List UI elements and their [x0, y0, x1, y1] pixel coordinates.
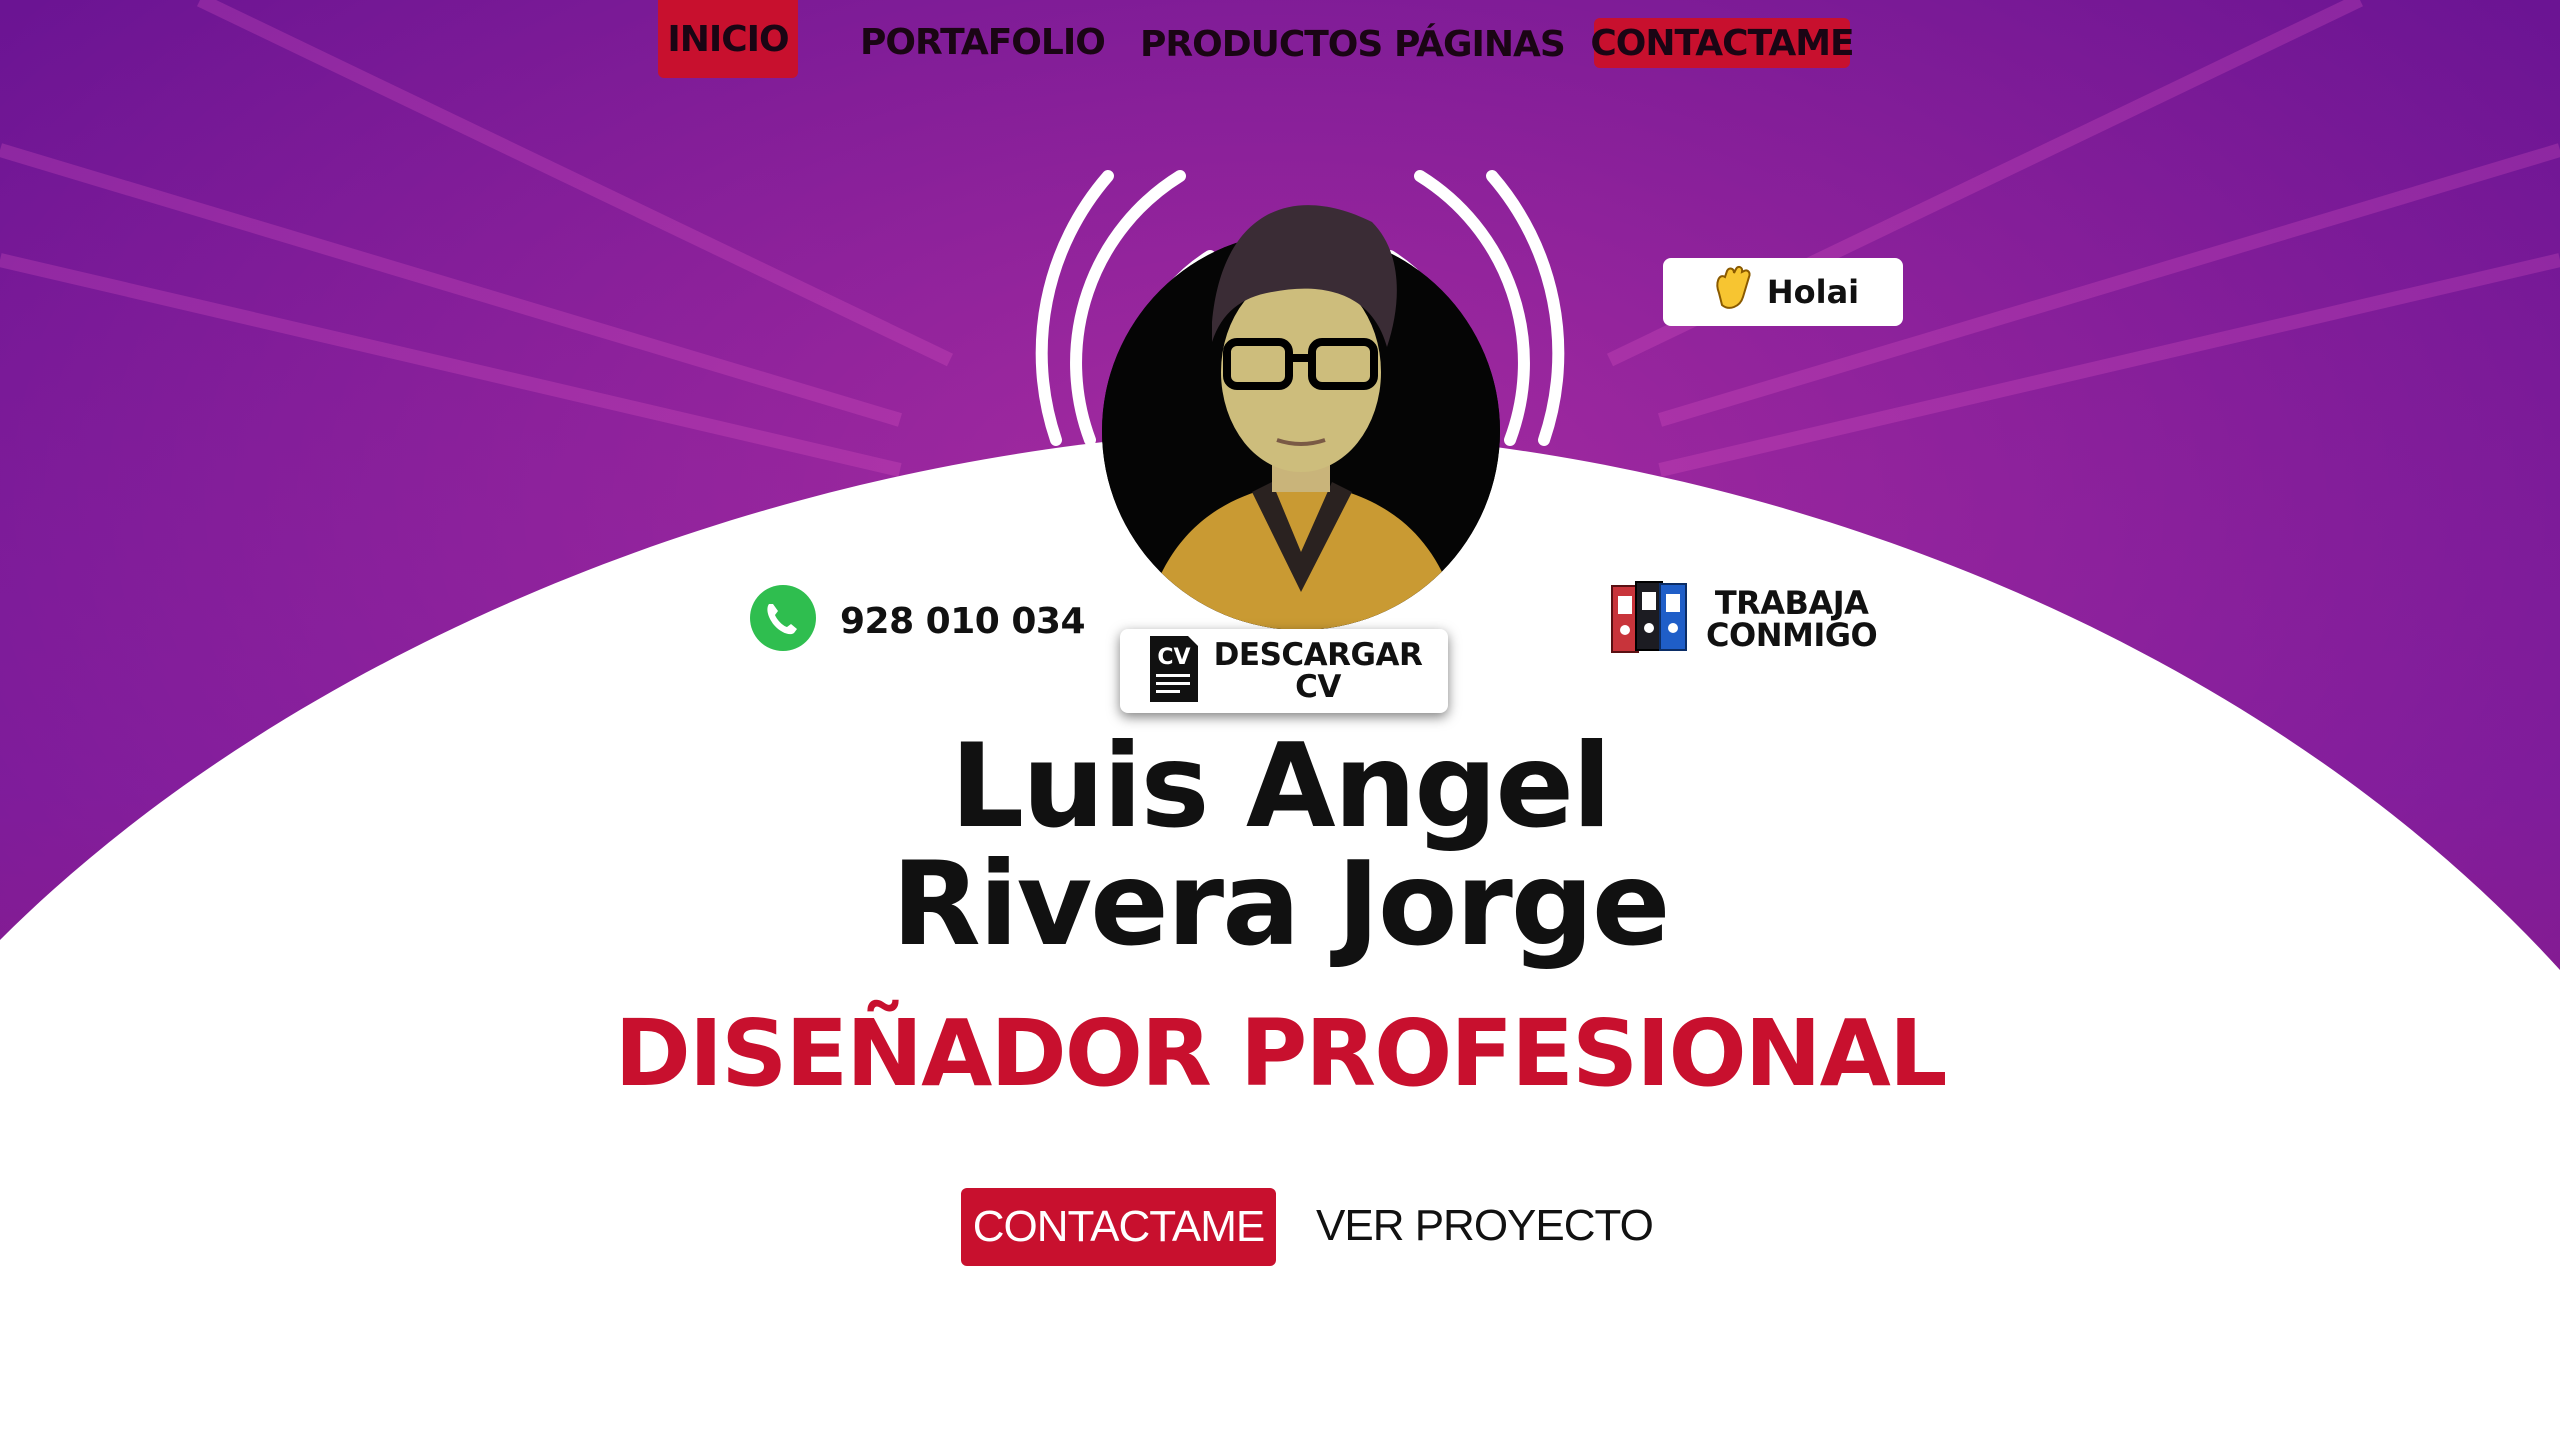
nav-item-inicio[interactable]: INICIO — [658, 0, 798, 78]
work-with-me-link[interactable]: TRABAJA CONMIGO — [1610, 578, 1878, 660]
contact-button[interactable]: CONTACTAME — [961, 1188, 1276, 1266]
greeting-badge: Holai — [1663, 258, 1903, 326]
view-project-link[interactable]: VER PROYECTO — [1316, 1196, 1654, 1256]
binders-icon — [1610, 578, 1692, 660]
work-with-me-line2: CONMIGO — [1706, 616, 1878, 654]
nav-item-paginas[interactable]: PÁGINAS — [1394, 24, 1566, 65]
svg-text:CV: CV — [1157, 645, 1190, 670]
whatsapp-contact[interactable]: 928 010 034 — [736, 576, 1086, 666]
download-cv-button[interactable]: CV DESCARGAR CV — [1120, 629, 1448, 713]
download-cv-line1: DESCARGAR — [1213, 637, 1423, 673]
profile-avatar — [1102, 205, 1500, 630]
nav-item-productos[interactable]: PRODUCTOS — [1140, 24, 1383, 65]
profile-photo-illustration — [1102, 205, 1500, 630]
greeting-label: Holai — [1766, 273, 1860, 311]
nav-item-portafolio[interactable]: PORTAFOLIO — [860, 22, 1106, 63]
profile-name-line2: Rivera Jorge — [891, 837, 1670, 972]
phone-number: 928 010 034 — [840, 600, 1086, 642]
work-with-me-line1: TRABAJA — [1714, 584, 1869, 622]
profile-name-line1: Luis Angel — [950, 719, 1612, 854]
download-cv-label: DESCARGAR CV — [1214, 639, 1423, 703]
work-with-me-label: TRABAJA CONMIGO — [1706, 584, 1878, 654]
profile-name: Luis Angel Rivera Jorge — [780, 728, 1780, 964]
cv-document-icon: CV — [1146, 634, 1202, 708]
whatsapp-icon — [736, 576, 828, 666]
profile-role: DISEÑADOR PROFESIONAL — [614, 1000, 1947, 1107]
nav-item-contactame[interactable]: CONTACTAME — [1590, 18, 1855, 68]
waving-hand-icon — [1707, 263, 1757, 321]
download-cv-line2: CV — [1295, 669, 1341, 705]
top-navigation: INICIO PORTAFOLIO PRODUCTOS PÁGINAS CONT… — [0, 0, 2560, 90]
